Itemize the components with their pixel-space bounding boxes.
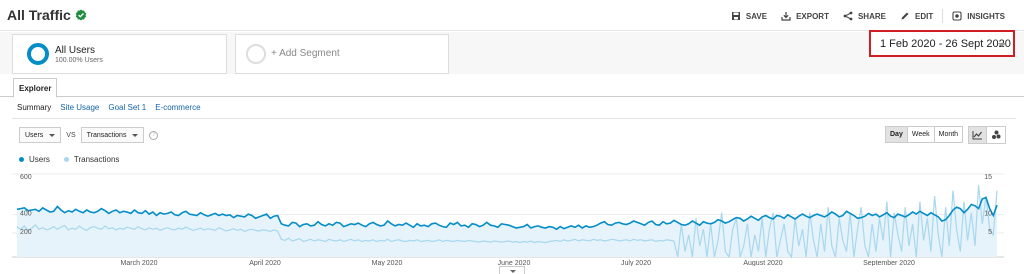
edit-icon — [901, 12, 909, 20]
x-axis-tick: August 2020 — [743, 260, 782, 266]
segment-all-users[interactable]: All Users 100.00% Users — [12, 34, 227, 74]
timeline-chart[interactable]: 600 400 200 15 10 5 March 2020 April 2020 May 20… — [0, 166, 1024, 266]
x-axis-tick: September 2020 — [863, 260, 915, 266]
x-axis-tick: May 2020 — [372, 260, 403, 266]
report-header: All Traffic SAVE EXPORT SHARE EDIT INSIG… — [0, 0, 1024, 31]
chart-type-toggle — [968, 126, 1006, 144]
chevron-down-icon — [49, 133, 56, 137]
page-title: All Traffic — [7, 7, 87, 23]
add-segment-label: + Add Segment — [271, 48, 340, 59]
y-axis-right-tick: 10 — [984, 211, 992, 218]
period-week-button[interactable]: Week — [907, 127, 935, 142]
primary-metric-value: Users — [25, 131, 44, 139]
export-button[interactable]: EXPORT — [774, 9, 836, 23]
secondary-metric-select[interactable]: Transactions — [80, 127, 145, 143]
share-button[interactable]: SHARE — [836, 9, 893, 23]
edit-label: EDIT — [914, 11, 934, 21]
report-toolbar: SAVE EXPORT SHARE EDIT INSIGHTS — [724, 9, 1012, 23]
insights-label: INSIGHTS — [967, 11, 1005, 21]
legend-dot-users — [19, 157, 24, 162]
verified-check-icon — [75, 9, 86, 21]
vs-label: VS — [66, 131, 76, 139]
segment-percent: 100.00% Users — [55, 57, 103, 64]
tab-bar: Explorer — [0, 75, 1024, 98]
x-axis-tick: July 2020 — [621, 260, 651, 266]
export-label: EXPORT — [796, 11, 829, 21]
tab-explorer[interactable]: Explorer — [13, 78, 58, 98]
export-icon — [781, 12, 791, 21]
toolbar-divider — [942, 9, 944, 23]
chevron-down-icon — [132, 133, 139, 137]
users-area-fill — [17, 197, 997, 257]
motion-chart-button[interactable] — [987, 127, 1005, 143]
chevron-down-icon — [510, 270, 516, 273]
y-axis-right-tick: 15 — [984, 174, 992, 181]
page-title-text: All Traffic — [7, 7, 71, 23]
insights-icon — [952, 11, 962, 21]
save-button[interactable]: SAVE — [724, 9, 774, 23]
secondary-metric-value: Transactions — [86, 131, 127, 139]
date-range-text: 1 Feb 2020 - 26 Sept 2020 — [880, 38, 1011, 50]
y-axis-left-tick: 400 — [20, 211, 32, 218]
y-axis-right-tick: 5 — [988, 229, 992, 236]
metric-controls: Users VS Transactions ? — [19, 127, 159, 143]
line-chart-icon — [972, 131, 982, 140]
insights-button[interactable]: INSIGHTS — [945, 9, 1012, 23]
share-icon — [843, 11, 853, 21]
period-day-button[interactable]: Day — [886, 127, 908, 142]
legend-label-transactions: Transactions — [73, 155, 120, 164]
chart-legend: Users Transactions — [19, 155, 119, 164]
line-chart-button[interactable] — [969, 127, 987, 143]
legend-item-users[interactable]: Users — [19, 155, 50, 164]
y-axis-left-tick: 200 — [20, 229, 32, 236]
legend-label-users: Users — [29, 155, 50, 164]
x-axis-tick: April 2020 — [249, 260, 281, 266]
help-icon[interactable]: ? — [149, 130, 159, 140]
date-range-picker[interactable]: 1 Feb 2020 - 26 Sept 2020 — [869, 30, 1015, 57]
subtab-ecommerce[interactable]: E-commerce — [155, 103, 200, 112]
segment-name: All Users — [55, 45, 96, 56]
subtab-goal-set-1[interactable]: Goal Set 1 — [108, 103, 146, 112]
motion-chart-icon — [991, 130, 1000, 139]
chevron-down-icon — [998, 43, 1006, 47]
period-toggle: Day Week Month — [885, 126, 964, 143]
y-axis-left-tick: 600 — [20, 174, 32, 181]
save-icon — [731, 12, 740, 20]
section-divider — [12, 118, 1016, 119]
edit-button[interactable]: EDIT — [893, 9, 940, 23]
empty-segment-ring-icon — [246, 44, 266, 64]
subtab-site-usage[interactable]: Site Usage — [60, 103, 99, 112]
legend-dot-transactions — [63, 157, 69, 162]
legend-item-transactions[interactable]: Transactions — [63, 155, 120, 164]
save-label: SAVE — [745, 11, 768, 21]
explorer-subtabs: Summary Site Usage Goal Set 1 E-commerce — [17, 103, 201, 112]
subtab-summary[interactable]: Summary — [17, 103, 51, 112]
share-label: SHARE — [857, 11, 886, 21]
segment-ring-icon — [27, 43, 49, 65]
x-axis-tick: March 2020 — [121, 260, 158, 266]
period-month-button[interactable]: Month — [934, 127, 963, 142]
primary-metric-select[interactable]: Users — [19, 127, 62, 143]
add-segment-button[interactable]: + Add Segment — [235, 34, 449, 74]
collapse-chart-button[interactable] — [499, 266, 525, 274]
